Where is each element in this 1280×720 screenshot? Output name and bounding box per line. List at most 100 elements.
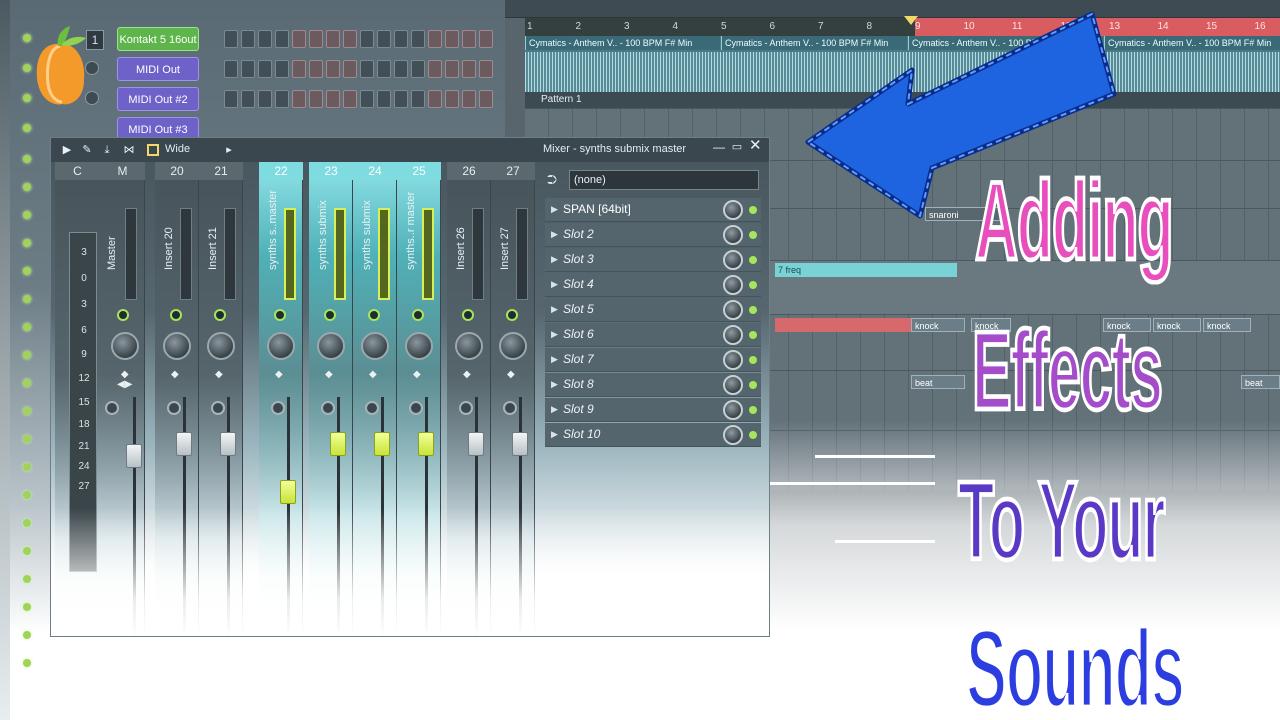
view-mode-arrow-icon[interactable]: ▸ (223, 144, 235, 156)
stereo-separation-icon[interactable]: ◆ (275, 370, 283, 380)
channel-led[interactable] (23, 463, 31, 471)
slot-enable-led[interactable] (749, 306, 757, 314)
step-button[interactable] (275, 60, 289, 78)
step-button[interactable] (377, 90, 391, 108)
step-button[interactable] (224, 30, 238, 48)
slot-mix-knob[interactable] (723, 400, 743, 420)
step-button[interactable] (428, 30, 442, 48)
step-button[interactable] (479, 30, 493, 48)
volume-fader[interactable] (468, 432, 484, 456)
step-button[interactable] (309, 60, 323, 78)
step-button[interactable] (462, 30, 476, 48)
volume-fader[interactable] (512, 432, 528, 456)
channel-led[interactable] (23, 351, 31, 359)
insert-enable-led[interactable] (214, 309, 226, 321)
channel-led[interactable] (23, 239, 31, 247)
channel-led[interactable] (23, 34, 31, 42)
channel-led[interactable] (23, 407, 31, 415)
input-route-icon[interactable]: ⮊ (547, 172, 557, 188)
slot-mix-knob[interactable] (723, 275, 743, 295)
channel-led[interactable] (23, 94, 31, 102)
channel-led[interactable] (23, 547, 31, 555)
master-pan-knob[interactable] (111, 332, 139, 360)
step-button[interactable] (411, 90, 425, 108)
step-button[interactable] (292, 30, 306, 48)
stereo-separation-icon[interactable]: ◆ (215, 370, 223, 380)
slot-enable-led[interactable] (749, 231, 757, 239)
slot-menu-arrow-icon[interactable]: ▶ (551, 404, 558, 415)
step-button[interactable] (326, 60, 340, 78)
volume-fader[interactable] (280, 480, 296, 504)
slot-menu-arrow-icon[interactable]: ▶ (551, 229, 558, 240)
channel-led[interactable] (23, 519, 31, 527)
slot-enable-led[interactable] (749, 331, 757, 339)
step-button[interactable] (309, 90, 323, 108)
insert-pan-knob[interactable] (163, 332, 191, 360)
insert-enable-led[interactable] (274, 309, 286, 321)
tool-icon[interactable]: ⤓ (101, 144, 113, 156)
volume-fader[interactable] (418, 432, 434, 456)
channel-led[interactable] (23, 64, 31, 72)
stereo-separation-knob[interactable] (167, 401, 181, 415)
step-button[interactable] (428, 90, 442, 108)
step-button[interactable] (224, 90, 238, 108)
channel-led[interactable] (23, 603, 31, 611)
slot-menu-arrow-icon[interactable]: ▶ (551, 379, 558, 390)
slot-mix-knob[interactable] (723, 200, 743, 220)
step-button[interactable] (360, 60, 374, 78)
master-stereo-knob[interactable] (105, 401, 119, 415)
audio-clip[interactable]: Cymatics - Anthem V.. - 100 BPM F# Min (525, 36, 720, 50)
channel-led[interactable] (23, 491, 31, 499)
channel-knob[interactable] (85, 91, 99, 105)
menu-arrow-icon[interactable]: ▶ (61, 144, 73, 156)
slot-enable-led[interactable] (749, 406, 757, 414)
slot-enable-led[interactable] (749, 206, 757, 214)
step-button[interactable] (275, 90, 289, 108)
clip-knock[interactable]: knock (1203, 318, 1251, 332)
tool-icon[interactable]: ✎ (81, 144, 93, 156)
step-button[interactable] (479, 60, 493, 78)
step-button[interactable] (224, 60, 238, 78)
step-button[interactable] (394, 30, 408, 48)
master-enable-led[interactable] (117, 309, 129, 321)
channel-knob[interactable] (85, 61, 99, 75)
maximize-icon[interactable]: ▭ (731, 141, 743, 153)
slot-menu-arrow-icon[interactable]: ▶ (551, 429, 558, 440)
channel-led[interactable] (23, 435, 31, 443)
step-button[interactable] (309, 30, 323, 48)
step-button[interactable] (462, 90, 476, 108)
step-button[interactable] (445, 60, 459, 78)
channel-button[interactable]: MIDI Out (117, 57, 199, 81)
step-button[interactable] (445, 30, 459, 48)
step-button[interactable] (343, 60, 357, 78)
slot-mix-knob[interactable] (723, 325, 743, 345)
volume-fader[interactable] (330, 432, 346, 456)
channel-button[interactable]: MIDI Out #2 (117, 87, 199, 111)
insert-pan-knob[interactable] (207, 332, 235, 360)
slot-mix-knob[interactable] (723, 225, 743, 245)
channel-led[interactable] (23, 124, 31, 132)
step-button[interactable] (428, 60, 442, 78)
step-button[interactable] (258, 30, 272, 48)
audio-clip[interactable]: Cymatics - Anthem V.. - 100 BPM F# Min (1104, 36, 1280, 50)
insert-enable-led[interactable] (506, 309, 518, 321)
slot-mix-knob[interactable] (723, 300, 743, 320)
volume-fader[interactable] (176, 432, 192, 456)
step-button[interactable] (275, 30, 289, 48)
fx-slot[interactable]: ▶ Slot 9 (545, 398, 761, 422)
insert-enable-led[interactable] (412, 309, 424, 321)
stereo-separation-icon[interactable]: ◆ (325, 370, 333, 380)
clip-red[interactable] (775, 318, 911, 332)
step-button[interactable] (462, 60, 476, 78)
view-toggle-icon[interactable] (147, 144, 159, 156)
stereo-separation-knob[interactable] (409, 401, 423, 415)
step-button[interactable] (377, 30, 391, 48)
step-button[interactable] (258, 60, 272, 78)
step-button[interactable] (326, 90, 340, 108)
channel-led[interactable] (23, 323, 31, 331)
slot-mix-knob[interactable] (723, 250, 743, 270)
step-button[interactable] (360, 90, 374, 108)
clip-beat[interactable]: beat (911, 375, 965, 389)
step-button[interactable] (445, 90, 459, 108)
insert-pan-knob[interactable] (499, 332, 527, 360)
